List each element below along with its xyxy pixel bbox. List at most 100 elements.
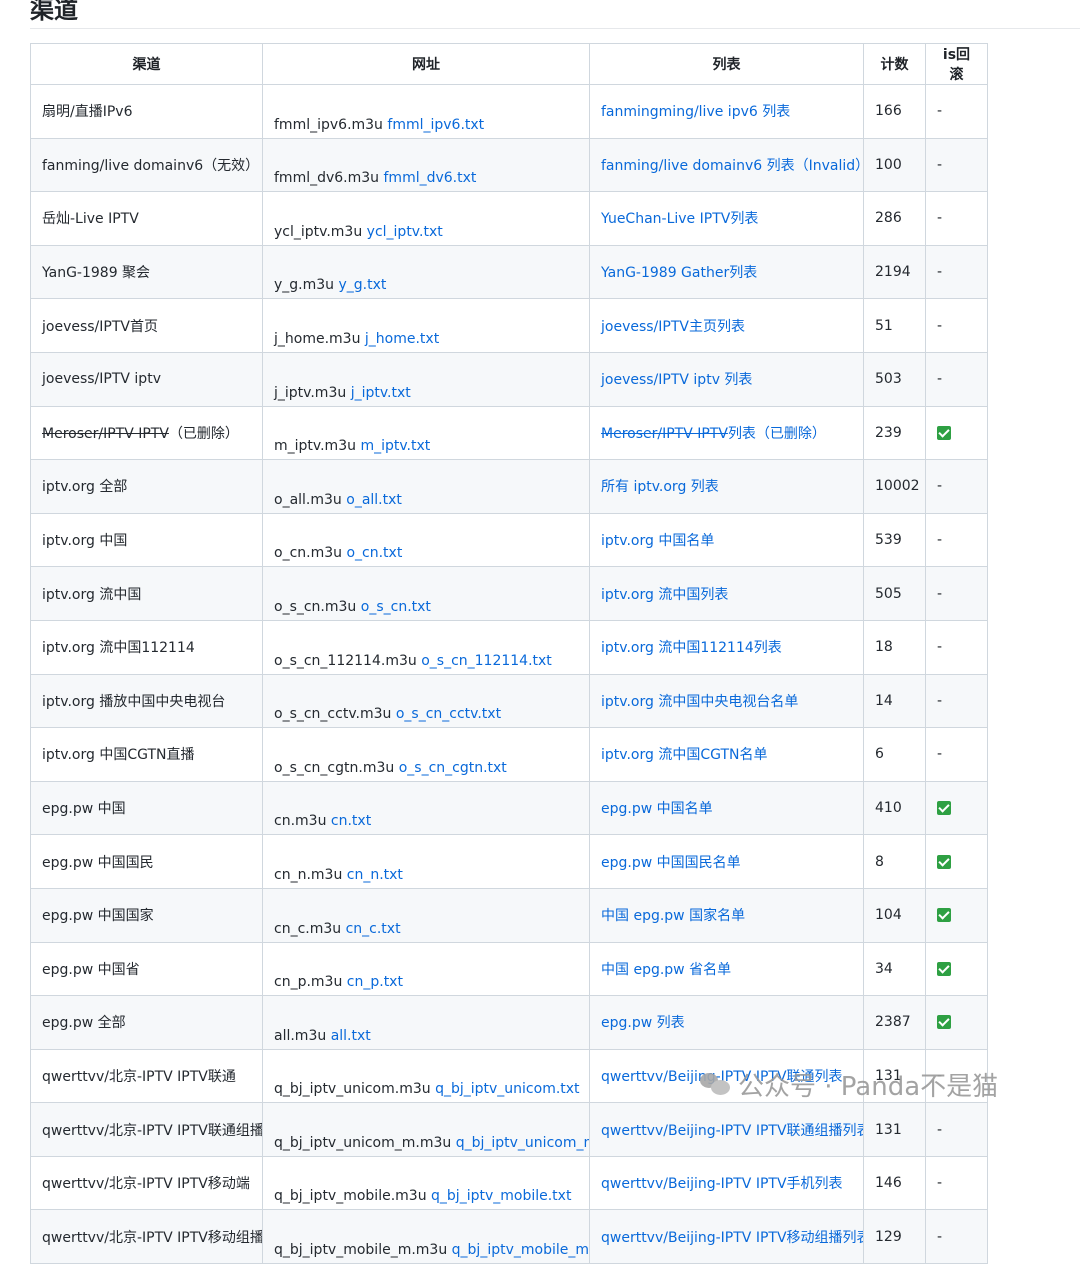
m3u-filename: o_cn.m3u [274,545,343,562]
m3u-filename: m_iptv.m3u [274,438,356,455]
txt-link[interactable]: q_bj_iptv_unicom.txt [435,1081,579,1097]
list-link[interactable]: epg.pw 中国名单 [601,801,713,817]
txt-link[interactable]: o_s_cn_cgtn.txt [399,760,507,776]
txt-link[interactable]: o_s_cn.txt [361,599,431,615]
list-cell: epg.pw 中国名单 [589,780,864,836]
url-cell: m_iptv.m3u m_iptv.txt [262,405,590,461]
list-link[interactable]: iptv.org 流中国列表 [601,587,728,603]
txt-link[interactable]: q_bj_iptv_unicom_m.txt [456,1135,589,1151]
rollback-dash: - [937,210,943,227]
txt-link[interactable]: cn.txt [331,813,371,829]
list-link[interactable]: iptv.org 流中国中央电视台名单 [601,694,798,710]
list-link[interactable]: Meroser/IPTV IPTV列表（已删除） [601,426,826,442]
channel-cell: iptv.org 中国 [30,512,263,568]
url-cell: o_cn.m3u o_cn.txt [262,512,590,568]
list-link[interactable]: 所有 iptv.org 列表 [601,479,719,495]
list-link[interactable]: joevess/IPTV iptv 列表 [601,372,752,388]
list-label: qwerttvv/Beijing-IPTV IPTV手机列表 [601,1176,843,1193]
txt-link[interactable]: cn_c.txt [346,921,401,937]
m3u-filename: cn_p.m3u [274,974,343,991]
channel-name: iptv.org 流中国 [42,586,142,603]
txt-link[interactable]: o_cn.txt [346,545,402,561]
m3u-filename: q_bj_iptv_unicom_m.m3u [274,1134,452,1151]
url-cell: y_g.m3u y_g.txt [262,244,590,300]
txt-link[interactable]: y_g.txt [339,277,387,293]
list-label: YueChan-Live IPTV列表 [601,211,759,228]
list-link[interactable]: iptv.org 中国名单 [601,533,714,549]
table-row: iptv.org 播放中国中央电视台 o_s_cn_cctv.m3u o_s_cn… [30,673,988,729]
channel-name: iptv.org 中国CGTN直播 [42,747,195,764]
list-cell: iptv.org 流中国中央电视台名单 [589,673,864,729]
txt-link[interactable]: cn_p.txt [347,974,403,990]
list-label: 中国 epg.pw 省名单 [601,961,732,978]
m3u-filename: y_g.m3u [274,277,335,294]
list-label: 列表（已删除） [727,425,826,442]
list-link[interactable]: epg.pw 中国国民名单 [601,855,741,871]
m3u-filename: q_bj_iptv_unicom.m3u [274,1081,431,1098]
table-row: iptv.org 中国CGTN直播 o_s_cn_cgtn.m3u o_s_cn_… [30,727,988,782]
txt-link[interactable]: o_s_cn_112114.txt [421,653,552,669]
list-link[interactable]: iptv.org 流中国CGTN名单 [601,747,767,763]
list-link[interactable]: fanmingming/live ipv6 列表 [601,104,790,120]
list-link[interactable]: 中国 epg.pw 国家名单 [601,908,745,924]
channel-cell: qwerttvv/北京-IPTV IPTV联通组播 [30,1102,263,1157]
rollback-cell: - [925,619,988,675]
count-cell: 129 [863,1209,926,1264]
txt-link[interactable]: q_bj_iptv_mobile_m.txt [452,1242,589,1258]
txt-link[interactable]: m_iptv.txt [360,438,430,454]
txt-link[interactable]: q_bj_iptv_mobile.txt [431,1188,571,1204]
list-label: qwerttvv/Beijing-IPTV IPTV移动组播列表 [601,1229,864,1246]
list-link[interactable]: epg.pw 列表 [601,1015,685,1031]
rollback-cell: - [925,1102,988,1157]
txt-link[interactable]: fmml_ipv6.txt [387,117,484,133]
rollback-dash: - [937,532,943,549]
txt-link[interactable]: o_s_cn_cctv.txt [396,706,501,722]
txt-link[interactable]: j_home.txt [365,331,439,347]
rollback-cell: - [925,1209,988,1264]
list-link[interactable]: joevess/IPTV主页列表 [601,319,745,335]
list-label: iptv.org 中国名单 [601,533,715,550]
list-cell: iptv.org 流中国CGTN名单 [589,727,864,782]
channel-name: epg.pw 中国国家 [42,908,154,925]
txt-link[interactable]: all.txt [331,1028,371,1044]
channel-name: fanming/live domainv6（无效） [42,157,260,174]
list-cell: qwerttvv/Beijing-IPTV IPTV联通组播列表 [589,1102,864,1157]
channel-cell: YanG-1989 聚会 [30,244,263,300]
list-link[interactable]: qwerttvv/Beijing-IPTV IPTV手机列表 [601,1176,843,1192]
table-row: qwerttvv/北京-IPTV IPTV移动组播 q_bj_iptv_mobil… [30,1209,988,1264]
list-link[interactable]: 中国 epg.pw 省名单 [601,962,731,978]
list-link[interactable]: YueChan-Live IPTV列表 [601,211,758,227]
list-link[interactable]: qwerttvv/Beijing-IPTV IPTV联通组播列表 [601,1123,863,1139]
m3u-filename: j_iptv.m3u [274,384,347,401]
table-row: epg.pw 全部 all.m3u all.txt epg.pw 列表 2387 [30,995,988,1050]
list-link[interactable]: qwerttvv/Beijing-IPTV IPTV移动组播列表 [601,1229,864,1246]
list-cell: 中国 epg.pw 国家名单 [589,887,864,943]
url-cell: cn_c.m3u cn_c.txt [262,887,590,943]
rollback-dash: - [937,317,943,334]
rollback-cell: - [925,298,988,353]
channel-cell: 岳灿-Live IPTV [30,191,263,246]
table-row: joevess/IPTV iptv j_iptv.m3u j_iptv.txt jo… [30,351,988,407]
txt-link[interactable]: cn_n.txt [347,867,403,883]
channel-name: 扇明/直播IPv6 [42,104,133,121]
table-row: joevess/IPTV首页 j_home.m3u j_home.txt joeve… [30,298,988,353]
list-label: epg.pw 列表 [601,1015,685,1032]
watermark-text: 公众号 · Panda不是猫 [738,1071,999,1102]
txt-link[interactable]: o_all.txt [346,492,402,508]
list-label: YanG-1989 Gather列表 [601,265,758,282]
table-header-row: 渠道 网址 列表 计数 is回滚 [30,43,988,85]
table-row: Meroser/IPTV IPTV（已删除） m_iptv.m3u m_iptv.… [30,405,988,461]
list-label: epg.pw 中国名单 [601,801,713,818]
list-link[interactable]: YanG-1989 Gather列表 [601,265,757,281]
m3u-filename: q_bj_iptv_mobile_m.m3u [274,1242,448,1259]
txt-link[interactable]: j_iptv.txt [351,385,411,401]
list-cell: qwerttvv/Beijing-IPTV IPTV移动组播列表 [589,1209,864,1264]
txt-link[interactable]: fmml_dv6.txt [384,170,477,186]
channel-cell: epg.pw 中国国民 [30,834,263,889]
channel-cell: iptv.org 流中国112114 [30,619,263,675]
txt-link[interactable]: ycl_iptv.txt [367,224,443,240]
url-cell: q_bj_iptv_mobile.m3u q_bj_iptv_mobile.tx… [262,1155,590,1211]
m3u-filename: cn.m3u [274,813,327,830]
list-link[interactable]: fanming/live domainv6 列表（Invalid） [601,158,863,174]
list-link[interactable]: iptv.org 流中国112114列表 [601,640,782,656]
